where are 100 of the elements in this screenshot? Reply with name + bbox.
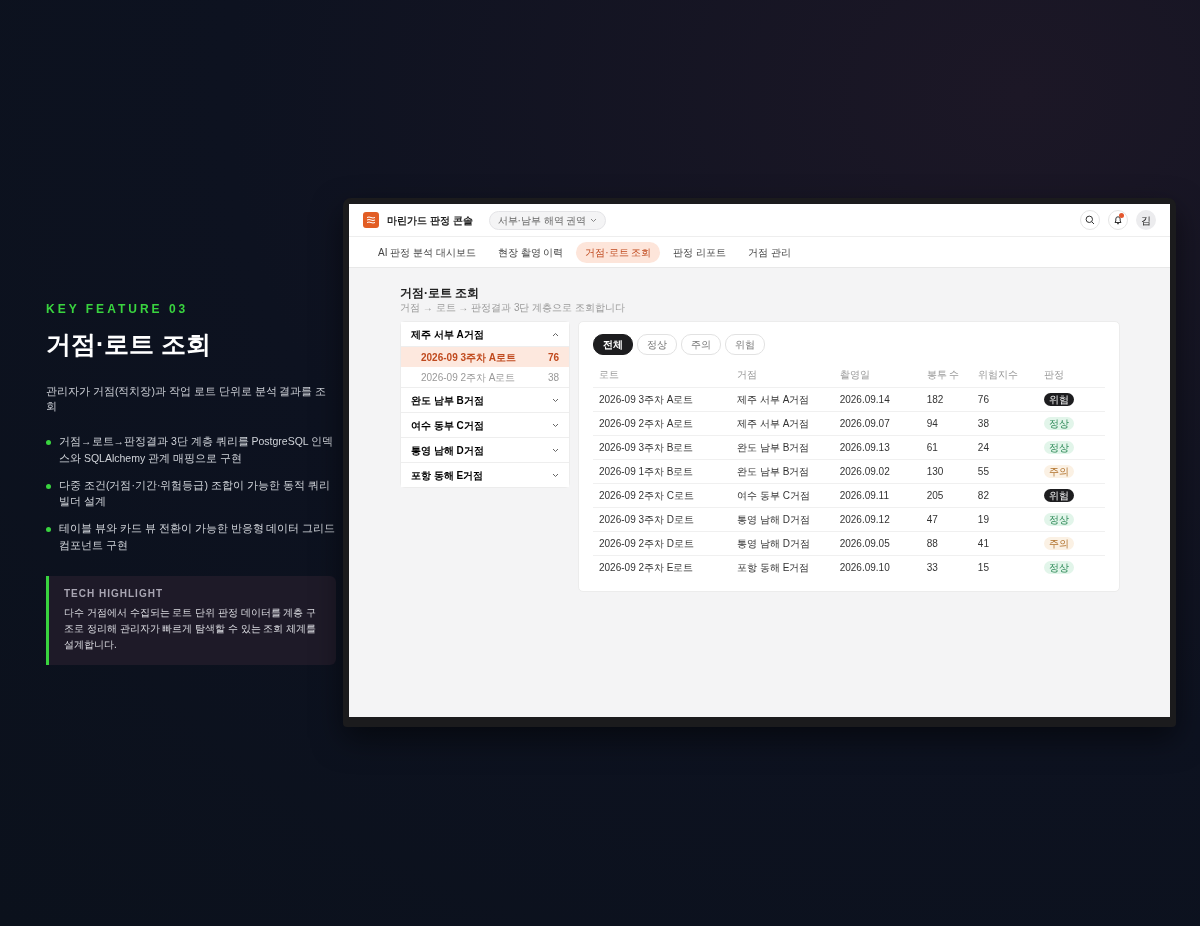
highlight-label: TECH HIGHLIGHT [64, 586, 164, 601]
site-name: 제주 서부 A거점 [411, 327, 484, 342]
table-cell: 2026.09.11 [833, 483, 921, 507]
table-cell: 2026.09.14 [833, 387, 921, 411]
verdict-badge: 정상 [1044, 512, 1075, 526]
verdict-badge: 위험 [1044, 488, 1075, 502]
verdict-badge: 정상 [1044, 440, 1075, 454]
feature-subtitle: 관리자가 거점(적치장)과 작업 로트 단위로 분석 결과를 조회 [46, 383, 328, 415]
table-cell: 182 [920, 387, 972, 411]
bullet-icon [46, 440, 51, 445]
bullet-text: 다중 조건(거점·기간·위험등급) 조합이 가능한 동적 쿼리 빌더 설계 [59, 477, 331, 510]
verdict-badge: 위험 [1044, 392, 1075, 406]
table-cell: 제주 서부 A거점 [731, 411, 834, 435]
page-title: 거점·로트 조회 [400, 285, 481, 302]
table-cell: 2026-09 3주차 A로트 [593, 387, 732, 411]
column-header: 로트 [593, 363, 732, 387]
table-cell: 38 [971, 411, 1039, 435]
verdict-badge: 정상 [1044, 560, 1075, 574]
table-cell: 94 [920, 411, 972, 435]
table-cell: 2026.09.10 [833, 555, 921, 579]
column-header: 봉투 수 [920, 363, 972, 387]
bullet-icon [46, 527, 51, 533]
bullet-text: 테이블 뷰와 카드 뷰 전환이 가능한 반응형 데이터 그리드 컴포넌트 구현 [59, 521, 336, 553]
table-cell: 여수 동부 C거점 [731, 483, 834, 507]
table-cell: 포항 동해 E거점 [731, 555, 834, 579]
table-cell: 2026-09 2주차 D로트 [593, 531, 732, 555]
bullet-text: 거점→로트→판정결과 3단 계층 쿼리를 PostgreSQL 인덱스와 SQLAlchemy 관계 매핑으로 구현 [59, 434, 335, 466]
table-cell: 2026-09 3주차 B로트 [593, 435, 732, 459]
lot-row[interactable]: 2026-09 3주차 A로트 76 [401, 347, 569, 367]
table-cell: 2026.09.05 [833, 531, 921, 555]
chevron-down-icon [552, 472, 559, 478]
nav-tab[interactable]: 거점 관리 [739, 241, 801, 263]
table-cell: 19 [971, 507, 1039, 531]
table-cell: 61 [920, 435, 972, 459]
table-cell: 통영 남해 D거점 [731, 507, 834, 531]
table-cell: 76 [971, 387, 1039, 411]
site-name: 포항 동해 E거점 [411, 468, 484, 483]
table-cell: 2026-09 2주차 C로트 [593, 483, 732, 507]
notification-button[interactable] [1108, 210, 1128, 230]
table-cell: 41 [971, 531, 1039, 555]
filter-chip[interactable]: 정상 [637, 334, 677, 355]
app-title: 마린가드 판정 콘솔 [387, 213, 473, 228]
region-dropdown[interactable]: 서부·남부 해역 권역 [488, 210, 607, 230]
table-cell: 2026.09.12 [833, 507, 921, 531]
nav-tab[interactable]: AI 판정 분석 대시보드 [369, 241, 485, 263]
verdict-badge: 주의 [1044, 464, 1075, 478]
filter-chip[interactable]: 주의 [681, 334, 721, 355]
filter-chip[interactable]: 위험 [725, 334, 765, 355]
lot-score: 38 [547, 370, 559, 385]
table-cell: 2026-09 1주차 B로트 [593, 459, 732, 483]
highlight-text: 다수 거점에서 수집되는 로트 단위 판정 데이터를 계층 구조로 정리해 관리자가 빠르게 탐색할 수 있는 조회 체계를 설계합니다. [64, 605, 318, 652]
table-cell: 55 [971, 459, 1039, 483]
search-button[interactable] [1080, 210, 1100, 230]
breadcrumb-text: 거점 → 로트 → 판정결과 3단 계층으로 조회합니다 [400, 302, 626, 313]
feature-label: KEY FEATURE 03 [46, 301, 190, 318]
table-cell: 47 [920, 507, 972, 531]
user-avatar[interactable]: 김 [1136, 210, 1156, 230]
column-header: 촬영일 [833, 363, 921, 387]
site-name: 여수 동부 C거점 [411, 418, 484, 433]
table-cell: 2026.09.13 [833, 435, 921, 459]
table-cell: 제주 서부 A거점 [731, 387, 834, 411]
table-cell: 2026-09 2주차 A로트 [593, 411, 732, 435]
lot-score: 76 [547, 350, 559, 365]
chevron-down-icon [590, 217, 598, 223]
site-name: 통영 남해 D거점 [411, 443, 484, 458]
table-cell: 2026-09 2주차 E로트 [593, 555, 732, 579]
bell-icon [1113, 215, 1123, 225]
table-cell: 33 [920, 555, 972, 579]
nav-tab[interactable]: 현장 촬영 이력 [488, 241, 573, 263]
table-cell: 완도 남부 B거점 [731, 459, 834, 483]
table-cell: 통영 남해 D거점 [731, 531, 834, 555]
table-cell: 2026.09.02 [833, 459, 921, 483]
table-cell: 82 [971, 483, 1039, 507]
site-name: 완도 남부 B거점 [411, 393, 484, 408]
column-header: 판정 [1038, 363, 1105, 387]
column-header: 거점 [731, 363, 834, 387]
chevron-down-icon [552, 447, 559, 453]
table-cell: 130 [920, 459, 972, 483]
verdict-badge: 정상 [1044, 416, 1075, 430]
chevron-up-icon [552, 331, 559, 337]
search-icon [1085, 215, 1095, 225]
table-cell: 88 [920, 531, 972, 555]
column-header: 위험지수 [971, 363, 1039, 387]
nav-tab[interactable]: 판정 리포트 [664, 241, 736, 263]
lot-name: 2026-09 3주차 A로트 [421, 350, 517, 365]
logo-icon [363, 212, 379, 228]
bullet-icon [46, 483, 51, 489]
table-cell: 2026-09 3주차 D로트 [593, 507, 732, 531]
table-cell: 완도 남부 B거점 [731, 435, 834, 459]
feature-title: 거점·로트 조회 [46, 329, 213, 360]
chevron-down-icon [552, 397, 559, 403]
chevron-down-icon [552, 422, 559, 428]
lot-name: 2026-09 2주차 A로트 [421, 370, 516, 385]
filter-chip[interactable]: 전체 [593, 334, 633, 355]
verdict-badge: 주의 [1044, 536, 1075, 550]
nav-tab[interactable]: 거점·로트 조회 [576, 241, 661, 263]
table-cell: 2026.09.07 [833, 411, 921, 435]
site-row[interactable]: 포항 동해 E거점 [401, 462, 569, 487]
site-row[interactable]: 제주 서부 A거점 [401, 322, 569, 347]
table-cell: 205 [920, 483, 972, 507]
